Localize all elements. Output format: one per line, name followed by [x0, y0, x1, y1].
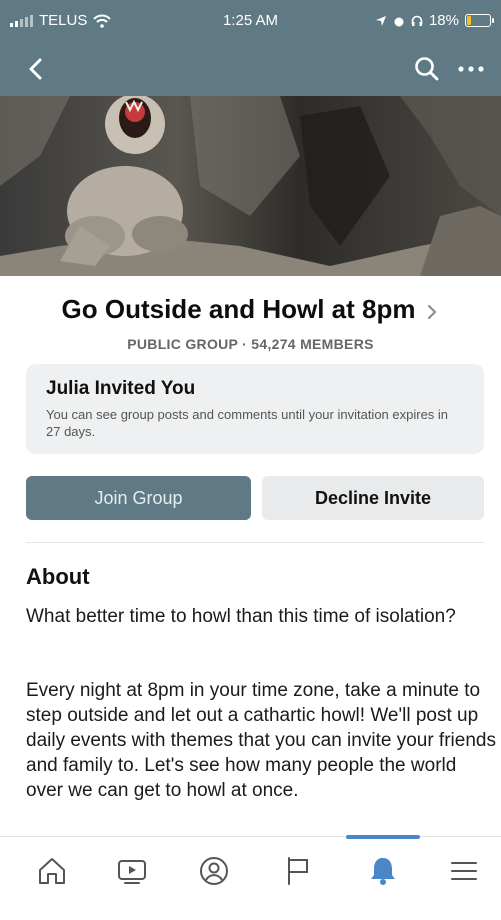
cover-photo[interactable]: [0, 96, 501, 276]
join-group-button[interactable]: Join Group: [26, 476, 251, 520]
about-heading: About: [26, 564, 90, 589]
headphones-icon: [411, 15, 423, 26]
tab-menu[interactable]: [438, 845, 490, 897]
profile-icon: [200, 857, 228, 885]
home-icon: [39, 858, 65, 884]
about-paragraph-2: Every night at 8pm in your time zone, ta…: [26, 680, 496, 801]
location-arrow-icon: [375, 15, 386, 26]
tab-home[interactable]: [26, 845, 78, 897]
alarm-icon: [394, 17, 404, 26]
bell-icon: [371, 858, 395, 885]
group-title[interactable]: Go Outside and Howl at 8pm: [62, 294, 416, 324]
video-icon: [118, 860, 146, 884]
invite-title: Julia Invited You: [46, 378, 196, 399]
chevron-left-icon[interactable]: [22, 54, 50, 84]
more-dots-icon[interactable]: [455, 55, 487, 83]
chevron-right-icon[interactable]: [425, 304, 439, 320]
battery-percent: 18%: [428, 12, 459, 29]
menu-icon: [451, 862, 477, 880]
invite-body: You can see group posts and comments unt…: [46, 407, 449, 439]
invite-card: Julia Invited You You can see group post…: [26, 364, 484, 454]
group-header[interactable]: Go Outside and Howl at 8pm: [0, 294, 501, 325]
about-paragraph-1: What better time to howl than this time …: [26, 606, 456, 627]
group-meta: PUBLIC GROUP · 54,274 MEMBERS: [127, 336, 374, 352]
nav-bar: [0, 44, 501, 96]
search-icon[interactable]: [413, 55, 441, 83]
tab-profile[interactable]: [188, 845, 240, 897]
active-tab-indicator: [346, 835, 420, 839]
cover-image: [0, 96, 501, 276]
decline-invite-button[interactable]: Decline Invite: [262, 476, 484, 520]
divider: [26, 542, 484, 543]
battery-icon: [465, 14, 494, 27]
tab-video[interactable]: [106, 845, 158, 897]
status-bar: TELUS 1:25 AM 18%: [0, 0, 501, 44]
tab-bar: [0, 835, 501, 920]
tab-notifications[interactable]: [357, 845, 409, 897]
status-right: 18%: [375, 12, 494, 29]
flag-icon: [288, 857, 308, 885]
tab-pages[interactable]: [272, 845, 324, 897]
